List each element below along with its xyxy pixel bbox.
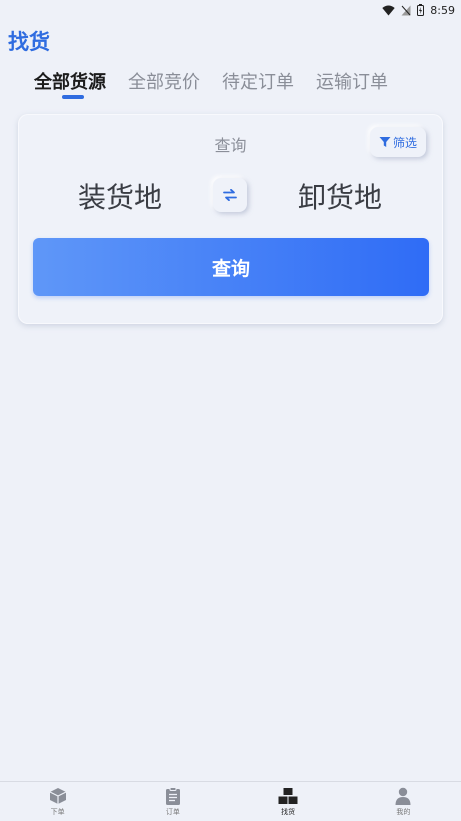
query-button[interactable]: 查询 (33, 238, 429, 296)
tab-all-sources[interactable]: 全部货源 (34, 68, 106, 94)
bottom-nav: 下单 订单 找货 我的 (0, 781, 461, 821)
nav-item-mine[interactable]: 我的 (346, 782, 461, 821)
filter-button[interactable]: 筛选 (370, 127, 426, 157)
origin-selector[interactable]: 装货地 (78, 176, 162, 216)
no-signal-icon (401, 5, 411, 15)
tab-pending-orders[interactable]: 待定订单 (222, 68, 294, 94)
clipboard-icon (165, 787, 180, 805)
filter-button-label: 筛选 (392, 135, 417, 150)
wifi-icon (382, 5, 395, 15)
active-tab-indicator (62, 95, 84, 99)
nav-item-orders[interactable]: 订单 (115, 782, 230, 821)
search-card: 查询 筛选 装货地 卸货地 查询 (18, 114, 443, 324)
page-title: 找货 (8, 30, 50, 54)
tab-bar: 全部货源 全部竞价 待定订单 运输订单 (34, 68, 388, 99)
tab-transport-orders[interactable]: 运输订单 (316, 68, 388, 94)
location-row: 装货地 卸货地 (18, 176, 443, 218)
boxes-stack-icon (278, 788, 298, 804)
destination-selector[interactable]: 卸货地 (298, 176, 382, 216)
nav-label: 我的 (396, 808, 411, 816)
swap-button[interactable] (213, 178, 247, 212)
status-time: 8:59 (430, 3, 455, 17)
box-icon (49, 788, 66, 804)
status-bar: 8:59 (0, 0, 461, 20)
tab-all-bids[interactable]: 全部竞价 (128, 68, 200, 94)
person-icon (395, 787, 411, 805)
funnel-icon (379, 137, 391, 147)
battery-icon (417, 4, 425, 16)
nav-item-find-goods[interactable]: 找货 (231, 782, 346, 821)
swap-arrows-icon (223, 189, 237, 201)
nav-item-place-order[interactable]: 下单 (0, 782, 115, 821)
nav-label: 订单 (165, 808, 180, 816)
nav-label: 下单 (50, 808, 65, 816)
nav-label: 找货 (281, 808, 296, 816)
